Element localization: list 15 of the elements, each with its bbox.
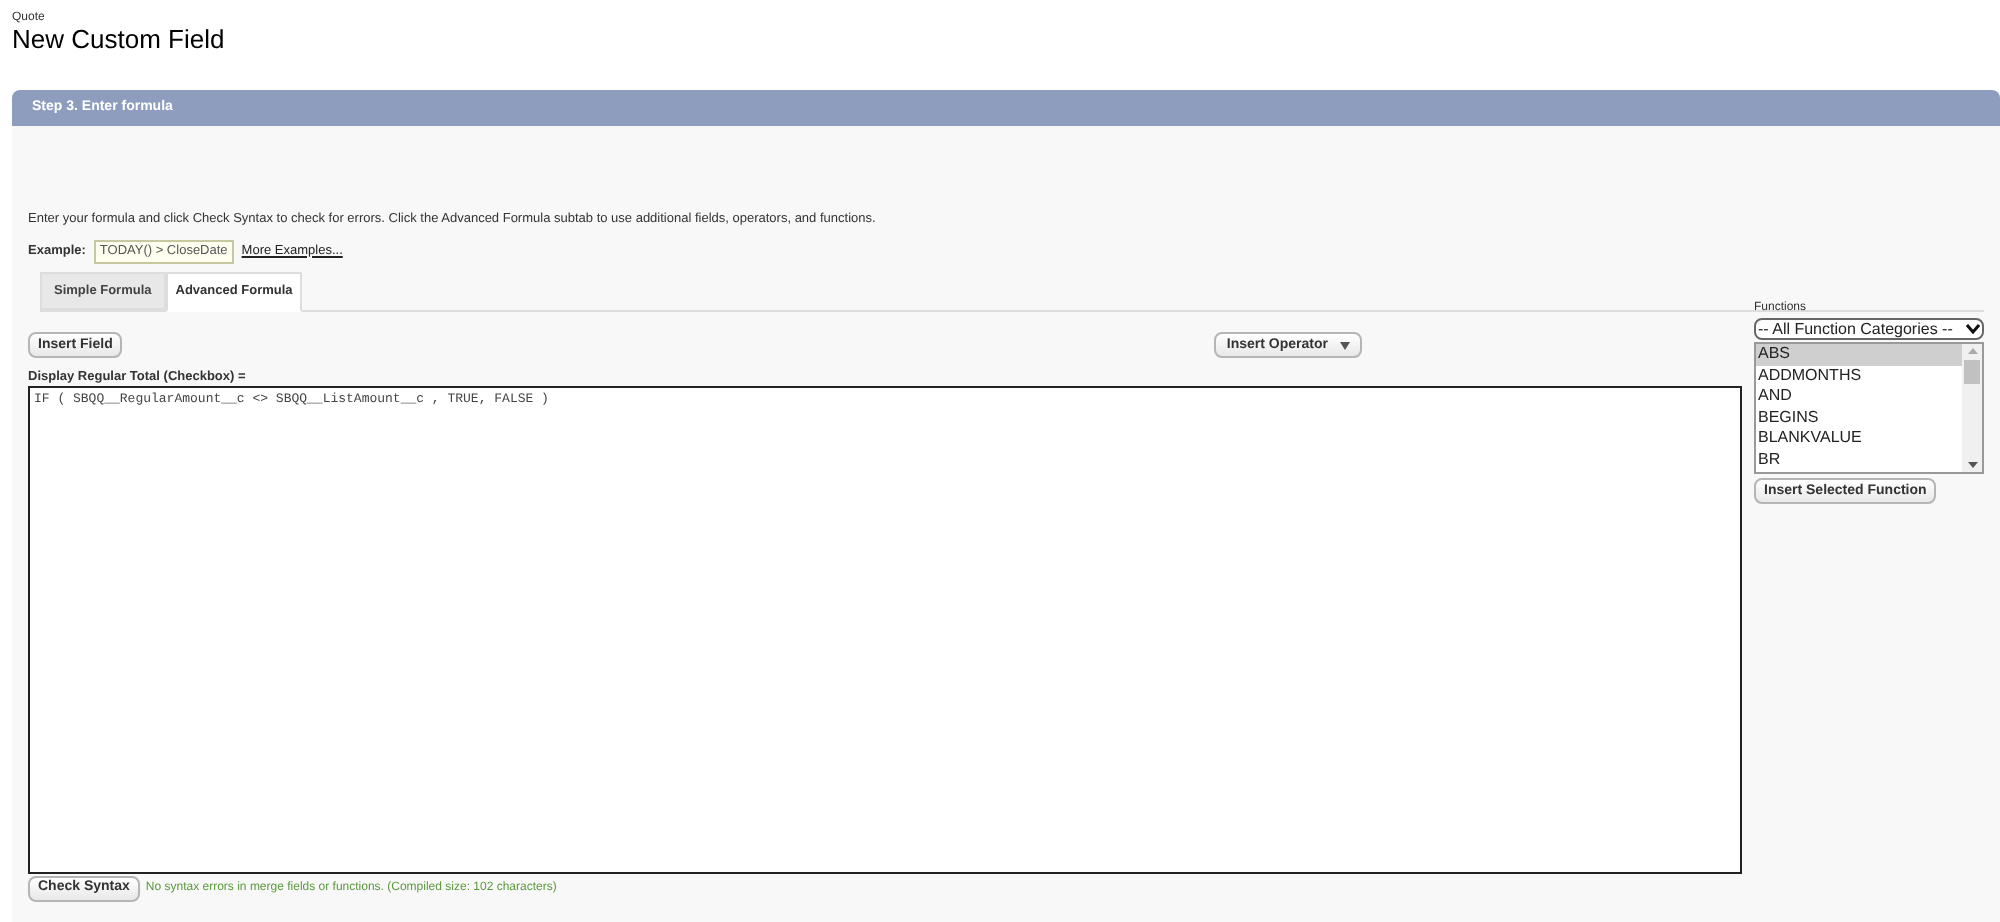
function-list[interactable]: ABS ADDMONTHS AND BEGINS BLANKVALUE BR bbox=[1754, 342, 1984, 475]
caret-icon bbox=[1340, 341, 1350, 350]
scroll-up-icon[interactable] bbox=[1967, 348, 1977, 355]
scrollbar[interactable] bbox=[1962, 344, 1982, 473]
page-title: New Custom Field bbox=[12, 24, 227, 57]
function-option[interactable]: ADDMONTHS bbox=[1756, 365, 1962, 387]
scroll-down-icon[interactable] bbox=[1967, 462, 1977, 469]
function-option[interactable]: AND bbox=[1756, 386, 1962, 408]
scrollbar-thumb[interactable] bbox=[1964, 360, 1980, 385]
category-select[interactable]: -- All Function Categories -- bbox=[1754, 318, 1984, 341]
function-option[interactable]: BR bbox=[1756, 449, 1962, 471]
function-option[interactable]: ABS bbox=[1756, 344, 1962, 366]
function-option[interactable]: BEGINS bbox=[1756, 407, 1962, 429]
chevron-icon bbox=[1966, 324, 1980, 335]
function-option[interactable]: BLANKVALUE bbox=[1756, 428, 1962, 450]
